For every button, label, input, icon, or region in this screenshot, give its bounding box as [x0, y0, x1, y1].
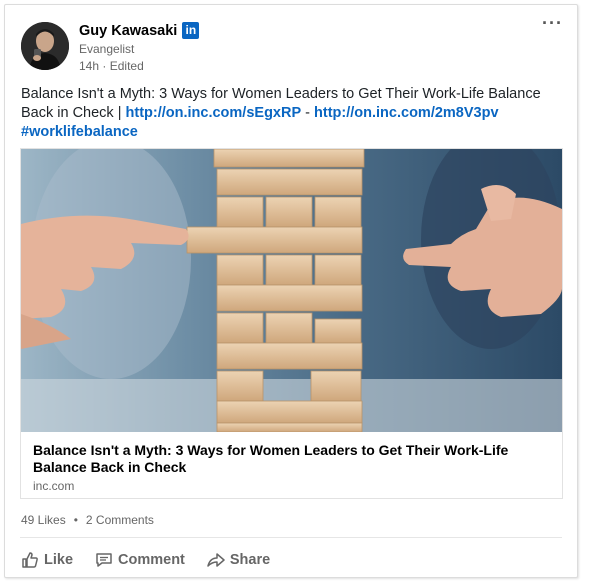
edited-label: Edited — [109, 59, 144, 73]
post-link-2[interactable]: http://on.inc.com/2m8V3pv — [314, 105, 499, 121]
post-meta: 14h · Edited — [79, 59, 144, 73]
share-icon — [207, 553, 225, 567]
likes-count[interactable]: 49 Likes — [21, 513, 66, 527]
comment-button[interactable]: Comment — [95, 551, 185, 569]
meta-separator: · — [102, 59, 107, 73]
comments-count[interactable]: 2 Comments — [86, 513, 154, 527]
comment-icon — [96, 553, 112, 567]
comment-label[interactable]: Comment — [118, 552, 185, 568]
counts-separator: • — [73, 513, 78, 527]
share-button[interactable]: Share — [207, 551, 270, 569]
social-counts: 49 Likes • 2 Comments — [21, 513, 154, 527]
post-text: Balance Isn't a Myth: 3 Ways for Women L… — [21, 85, 561, 142]
article-title[interactable]: Balance Isn't a Myth: 3 Ways for Women L… — [33, 442, 533, 476]
avatar[interactable] — [21, 22, 69, 70]
article-source: inc.com — [33, 479, 75, 493]
post-text-separator: - — [301, 105, 315, 121]
like-button[interactable]: Like — [21, 551, 73, 569]
post-card: Guy Kawasaki in Evangelist 14h · Edited … — [4, 4, 578, 578]
share-label[interactable]: Share — [230, 552, 270, 568]
linkedin-influencer-icon: in — [182, 22, 200, 39]
author-name[interactable]: Guy Kawasaki in — [79, 22, 200, 39]
shared-article[interactable]: Balance Isn't a Myth: 3 Ways for Women L… — [20, 148, 563, 499]
author-name-text[interactable]: Guy Kawasaki — [79, 23, 177, 39]
more-options-icon[interactable]: ··· — [542, 13, 563, 34]
article-image[interactable] — [21, 149, 562, 432]
post-link-1[interactable]: http://on.inc.com/sEgxRP — [126, 105, 302, 121]
like-label[interactable]: Like — [44, 552, 73, 568]
action-bar: Like Comment Share — [21, 551, 292, 569]
author-headline: Evangelist — [79, 42, 135, 56]
hashtag-link[interactable]: #worklifebalance — [21, 124, 138, 140]
post-time: 14h — [79, 59, 100, 73]
thumbs-up-icon — [22, 552, 38, 568]
divider — [20, 537, 562, 538]
